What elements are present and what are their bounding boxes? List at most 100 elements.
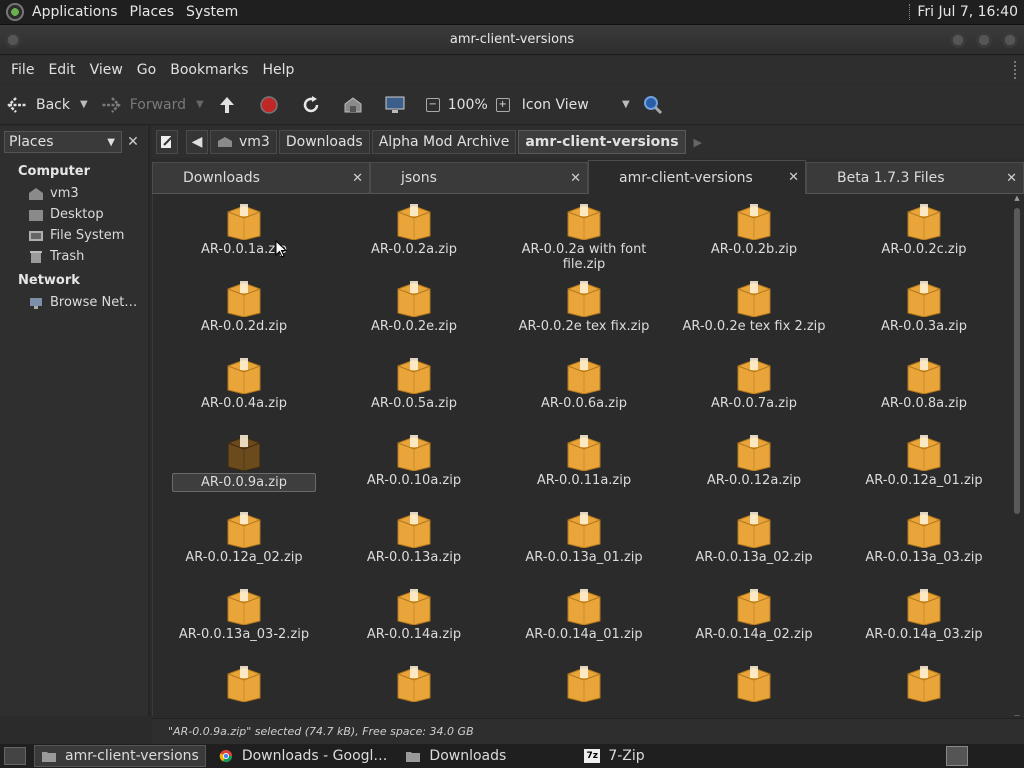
zip-package-icon: [397, 281, 431, 317]
file-item[interactable]: [329, 662, 499, 716]
file-item[interactable]: AR-0.0.12a_02.zip: [159, 508, 329, 585]
file-item[interactable]: AR-0.0.10a.zip: [329, 431, 499, 508]
system-menu[interactable]: System: [180, 4, 244, 20]
zoom-out-button[interactable]: −: [420, 89, 446, 121]
menu-bookmarks[interactable]: Bookmarks: [163, 62, 255, 78]
close-tab-icon[interactable]: ✕: [570, 171, 581, 186]
stop-button[interactable]: [252, 89, 294, 121]
menu-edit[interactable]: Edit: [41, 62, 82, 78]
file-item[interactable]: AR-0.0.14a.zip: [329, 585, 499, 662]
tab-downloads[interactable]: Downloads ✕: [152, 162, 370, 194]
file-item[interactable]: AR-0.0.2a with font file.zip: [499, 200, 669, 277]
close-sidebar-icon[interactable]: ✕: [122, 134, 144, 150]
breadcrumb-vm3[interactable]: vm3: [210, 130, 277, 154]
file-item[interactable]: AR-0.0.14a_03.zip: [839, 585, 1009, 662]
back-button[interactable]: Back ▼: [0, 89, 94, 121]
file-item[interactable]: AR-0.0.6a.zip: [499, 354, 669, 431]
file-item[interactable]: AR-0.0.7a.zip: [669, 354, 839, 431]
up-button[interactable]: [210, 89, 252, 121]
close-tab-icon[interactable]: ✕: [352, 171, 363, 186]
zoom-in-button[interactable]: +: [490, 89, 516, 121]
distro-logo-icon[interactable]: [6, 3, 24, 21]
menu-go[interactable]: Go: [130, 62, 163, 78]
breadcrumb-downloads[interactable]: Downloads: [278, 130, 370, 154]
home-button[interactable]: [336, 89, 378, 121]
file-item[interactable]: [499, 662, 669, 716]
sidebar-selector[interactable]: Places ▼: [4, 131, 122, 153]
forward-button[interactable]: Forward ▼: [94, 89, 210, 121]
sidebar-item-browse-network[interactable]: Browse Net…: [0, 292, 148, 313]
scrollbar-thumb[interactable]: [1014, 208, 1020, 514]
search-icon: [642, 94, 664, 116]
tab-amr-client-versions[interactable]: amr-client-versions ✕: [588, 160, 806, 194]
window-titlebar[interactable]: amr-client-versions: [0, 25, 1024, 55]
file-item[interactable]: AR-0.0.13a_01.zip: [499, 508, 669, 585]
view-mode-select[interactable]: Icon View ▼: [516, 89, 636, 121]
file-item[interactable]: [669, 662, 839, 716]
file-item[interactable]: AR-0.0.5a.zip: [329, 354, 499, 431]
sidebar-item-trash[interactable]: Trash: [0, 246, 148, 267]
file-item[interactable]: AR-0.0.8a.zip: [839, 354, 1009, 431]
task-amr-client-versions[interactable]: amr-client-versions: [34, 745, 206, 767]
task-downloads[interactable]: Downloads: [399, 745, 512, 767]
window-menu-button[interactable]: [5, 32, 21, 48]
file-item[interactable]: AR-0.0.13a.zip: [329, 508, 499, 585]
breadcrumb-right-arrow[interactable]: ▶: [694, 136, 702, 149]
sidebar-item-file-system[interactable]: File System: [0, 225, 148, 246]
scroll-up-icon[interactable]: ▲: [1012, 194, 1022, 202]
reload-button[interactable]: [294, 89, 336, 121]
sidebar-item-desktop[interactable]: Desktop: [0, 204, 148, 225]
menu-help[interactable]: Help: [255, 62, 301, 78]
file-item[interactable]: AR-0.0.12a.zip: [669, 431, 839, 508]
clock[interactable]: Fri Jul 7, 16:40: [917, 4, 1024, 20]
file-item[interactable]: AR-0.0.2d.zip: [159, 277, 329, 354]
file-item[interactable]: AR-0.0.14a_01.zip: [499, 585, 669, 662]
close-tab-icon[interactable]: ✕: [1006, 171, 1017, 186]
sidebar-item-vm3[interactable]: vm3: [0, 183, 148, 204]
file-item[interactable]: AR-0.0.12a_01.zip: [839, 431, 1009, 508]
file-item[interactable]: AR-0.0.11a.zip: [499, 431, 669, 508]
task-chrome-downloads[interactable]: Downloads - Googl…: [212, 745, 394, 767]
file-item[interactable]: AR-0.0.9a.zip: [159, 431, 329, 508]
breadcrumb-amr-client-versions[interactable]: amr-client-versions: [518, 130, 686, 154]
task-7zip[interactable]: 7z 7-Zip: [578, 745, 650, 767]
file-item[interactable]: AR-0.0.13a_03-2.zip: [159, 585, 329, 662]
file-item[interactable]: AR-0.0.1a.zip: [159, 200, 329, 277]
menu-file[interactable]: File: [4, 62, 41, 78]
file-item[interactable]: AR-0.0.2b.zip: [669, 200, 839, 277]
file-item[interactable]: AR-0.0.14a_02.zip: [669, 585, 839, 662]
applications-menu[interactable]: Applications: [26, 4, 124, 20]
file-item[interactable]: AR-0.0.3a.zip: [839, 277, 1009, 354]
location-toggle-button[interactable]: [156, 130, 178, 154]
file-item[interactable]: AR-0.0.4a.zip: [159, 354, 329, 431]
computer-button[interactable]: [378, 89, 420, 121]
forward-dropdown-icon[interactable]: ▼: [196, 99, 204, 110]
minimize-button[interactable]: [950, 32, 966, 48]
menu-view[interactable]: View: [83, 62, 130, 78]
workspace-switcher[interactable]: [946, 746, 968, 766]
file-item[interactable]: AR-0.0.2a.zip: [329, 200, 499, 277]
breadcrumb-alpha-mod-archive[interactable]: Alpha Mod Archive: [371, 130, 517, 154]
places-menu[interactable]: Places: [124, 4, 181, 20]
back-dropdown-icon[interactable]: ▼: [80, 99, 88, 110]
breadcrumb-left-arrow[interactable]: ◀: [186, 130, 208, 154]
file-item[interactable]: AR-0.0.2c.zip: [839, 200, 1009, 277]
tab-jsons[interactable]: jsons ✕: [370, 162, 588, 194]
close-window-button[interactable]: [1002, 32, 1018, 48]
file-item[interactable]: AR-0.0.2e.zip: [329, 277, 499, 354]
file-item[interactable]: AR-0.0.2e tex fix.zip: [499, 277, 669, 354]
scroll-down-icon[interactable]: ▼: [1012, 714, 1022, 716]
file-item[interactable]: [159, 662, 329, 716]
file-item[interactable]: AR-0.0.13a_03.zip: [839, 508, 1009, 585]
close-tab-icon[interactable]: ✕: [788, 170, 799, 185]
file-item[interactable]: [839, 662, 1009, 716]
search-button[interactable]: [636, 89, 678, 121]
file-item[interactable]: AR-0.0.13a_02.zip: [669, 508, 839, 585]
show-desktop-icon[interactable]: [4, 747, 26, 765]
file-view[interactable]: AR-0.0.1a.zip AR-0.0.2a.zip AR-0.0.2a wi…: [152, 194, 1024, 716]
tab-beta-files[interactable]: Beta 1.7.3 Files ✕: [806, 162, 1024, 194]
maximize-button[interactable]: [976, 32, 992, 48]
7zip-icon: 7z: [584, 749, 601, 763]
file-item[interactable]: AR-0.0.2e tex fix 2.zip: [669, 277, 839, 354]
vertical-scrollbar[interactable]: ▲ ▼: [1012, 194, 1022, 716]
